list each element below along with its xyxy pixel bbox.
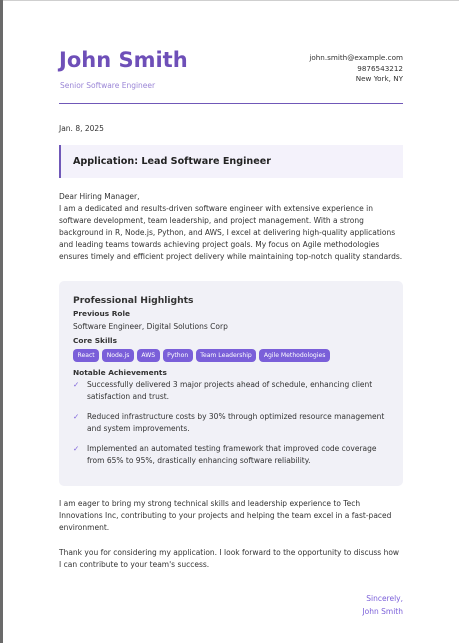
letter-date: Jan. 8, 2025: [59, 124, 104, 133]
contact-location: New York, NY: [355, 74, 403, 84]
skill-pill: AWS: [136, 349, 160, 362]
skill-pill: Python: [162, 349, 193, 362]
achievement-text: Reduced infrastructure costs by 30% thro…: [87, 412, 385, 434]
highlights-title: Professional Highlights: [73, 295, 194, 306]
contact-info: john.smith@example.com 9876543212 New Yo…: [309, 53, 403, 85]
previous-role-value: Software Engineer, Digital Solutions Cor…: [73, 322, 228, 331]
applicant-name: John Smith: [59, 48, 188, 72]
check-icon: ✓: [73, 412, 80, 421]
check-icon: ✓: [73, 380, 80, 389]
subject-line: Application: Lead Software Engineer: [73, 156, 271, 167]
letter-header: John Smith Senior Software Engineer john…: [59, 46, 403, 104]
skill-pill: Agile Methodologies: [259, 349, 330, 362]
closing-paragraph-1: I am eager to bring my strong technical …: [59, 499, 392, 533]
professional-highlights-panel: Professional Highlights Previous Role So…: [59, 281, 403, 486]
subject-banner: Application: Lead Software Engineer: [59, 145, 403, 178]
contact-email: john.smith@example.com: [309, 53, 403, 62]
applicant-title: Senior Software Engineer: [60, 81, 156, 90]
page-top-border: [0, 0, 459, 1]
intro-paragraph: I am a dedicated and results-driven soft…: [59, 204, 403, 262]
skill-pill: Node.js: [102, 349, 134, 362]
signoff: Sincerely, John Smith: [362, 593, 403, 618]
signoff-name: John Smith: [362, 606, 403, 616]
skills-list: React Node.js AWS Python Team Leadership…: [73, 349, 330, 362]
skill-pill: Team Leadership: [195, 349, 257, 362]
skill-pill: React: [73, 349, 100, 362]
page-left-border: [0, 0, 3, 643]
check-icon: ✓: [73, 444, 80, 453]
previous-role-label: Previous Role: [73, 309, 131, 318]
achievement-text: Successfully delivered 3 major projects …: [87, 380, 373, 402]
achievement-text: Implemented an automated testing framewo…: [87, 444, 377, 466]
contact-phone: 9876543212: [357, 63, 403, 73]
core-skills-label: Core Skills: [73, 336, 117, 345]
achievements-label: Notable Achievements: [73, 368, 167, 377]
closing-paragraph-2: Thank you for considering my application…: [59, 548, 400, 570]
greeting: Dear Hiring Manager,: [59, 192, 140, 201]
signoff-closing: Sincerely,: [366, 594, 403, 603]
